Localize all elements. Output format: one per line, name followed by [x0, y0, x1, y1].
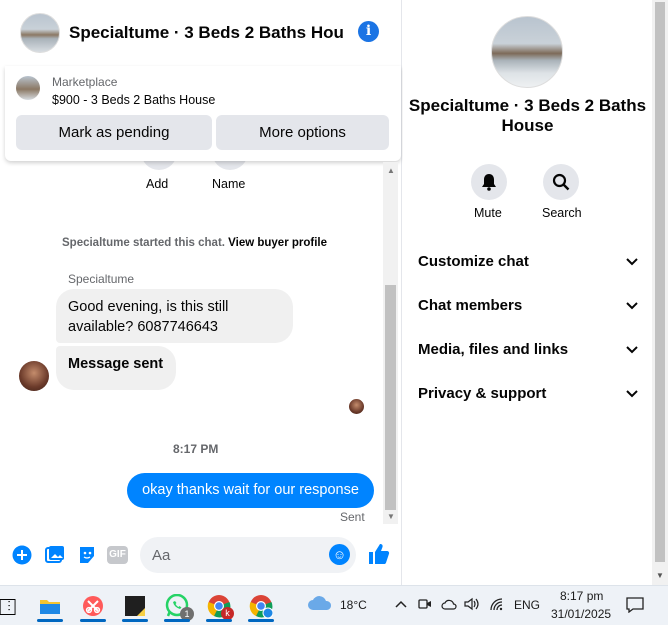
menu-item-label: Privacy & support	[418, 385, 547, 402]
task-view-icon[interactable]: ⫶⃞	[0, 590, 26, 622]
chevron-down-icon	[626, 379, 638, 409]
bell-icon[interactable]	[471, 164, 507, 200]
outgoing-message[interactable]: okay thanks wait for our response	[127, 473, 374, 508]
search-label: Search	[542, 206, 582, 220]
sent-status: Sent	[340, 510, 365, 524]
message-composer: GIF ☺	[0, 533, 402, 578]
sender-name: Specialtume	[68, 272, 135, 286]
menu-item-label: Chat members	[418, 297, 523, 314]
clock-date[interactable]: 31/01/2025	[551, 607, 611, 621]
cloud-icon[interactable]	[307, 595, 333, 614]
info-title: Specialtume · 3 Beds 2 Baths House	[408, 96, 647, 135]
mute-label: Mute	[474, 206, 502, 220]
listing-thumbnail[interactable]	[16, 76, 40, 100]
taskbar: ⫶⃞ 1 k 18°C ENG 8:17 pm 31/01/2025	[0, 585, 668, 625]
chat-info-pane: Specialtume · 3 Beds 2 Baths House Mute …	[403, 0, 652, 585]
wifi-icon[interactable]	[489, 597, 503, 614]
seen-indicator-avatar	[349, 399, 364, 414]
chat-avatar[interactable]	[20, 12, 60, 53]
page-scrollbar[interactable]: ▼	[652, 0, 668, 585]
view-buyer-profile-link[interactable]: View buyer profile	[228, 237, 327, 249]
sticker-icon[interactable]	[77, 545, 97, 565]
message-timestamp: 8:17 PM	[173, 442, 219, 456]
page-scrollbar-thumb[interactable]	[655, 2, 665, 562]
chat-started-text: Specialtume started this chat.	[62, 237, 225, 249]
listing-title[interactable]: $900 - 3 Beds 2 Baths House	[52, 93, 215, 107]
clock-time[interactable]: 8:17 pm	[560, 589, 603, 603]
sticky-notes-icon[interactable]	[118, 590, 152, 622]
incoming-message[interactable]: Message sent	[56, 346, 176, 390]
chat-scrollbar-thumb[interactable]	[385, 285, 396, 510]
file-explorer-icon[interactable]	[33, 590, 67, 622]
more-options-button[interactable]: More options	[216, 115, 389, 150]
search-icon[interactable]	[543, 164, 579, 200]
screen: Specialtume · 3 Beds 2 Baths Hou··· i Ad…	[0, 0, 668, 625]
chrome-icon[interactable]	[244, 590, 278, 622]
mark-as-pending-button[interactable]: Mark as pending	[16, 115, 212, 150]
language-indicator[interactable]: ENG	[514, 598, 540, 612]
snipping-tool-icon[interactable]	[76, 590, 110, 622]
message-input[interactable]	[140, 537, 356, 573]
chat-members-item[interactable]: Chat members	[418, 291, 638, 321]
info-icon[interactable]: i	[358, 21, 379, 42]
media-files-links-item[interactable]: Media, files and links	[418, 335, 638, 365]
whatsapp-icon[interactable]: 1	[160, 590, 194, 622]
thumbs-up-icon[interactable]	[366, 542, 392, 568]
chevron-down-icon	[626, 335, 638, 365]
speaker-icon[interactable]	[464, 597, 480, 614]
notification-badge: 1	[180, 607, 194, 621]
privacy-support-item[interactable]: Privacy & support	[418, 379, 638, 409]
chevron-up-icon[interactable]	[395, 597, 407, 613]
customize-chat-item[interactable]: Customize chat	[418, 247, 638, 277]
gif-icon[interactable]: GIF	[107, 546, 128, 564]
scroll-down-icon[interactable]: ▼	[387, 512, 395, 521]
info-avatar[interactable]	[491, 16, 563, 88]
chat-title[interactable]: Specialtume · 3 Beds 2 Baths Hou···	[69, 23, 344, 43]
incoming-message[interactable]: Good evening, is this still available? 6…	[56, 289, 293, 343]
scroll-down-icon[interactable]: ▼	[656, 571, 664, 580]
scroll-up-icon[interactable]: ▲	[387, 166, 395, 175]
chevron-down-icon	[626, 247, 638, 277]
marketplace-card: Marketplace $900 - 3 Beds 2 Baths House …	[5, 66, 401, 161]
emoji-icon[interactable]: ☺	[329, 544, 350, 565]
notification-icon[interactable]	[626, 597, 644, 616]
profile-badge: k	[221, 607, 234, 620]
weather-temp[interactable]: 18°C	[340, 598, 367, 612]
marketplace-label: Marketplace	[52, 75, 118, 89]
name-label: Name	[212, 177, 246, 191]
meet-now-icon[interactable]	[418, 597, 432, 614]
menu-item-label: Media, files and links	[418, 341, 569, 358]
onedrive-icon[interactable]	[441, 597, 457, 613]
chat-pane: Specialtume · 3 Beds 2 Baths Hou··· i Ad…	[0, 0, 402, 585]
menu-item-label: Customize chat	[418, 253, 529, 270]
chevron-down-icon	[626, 291, 638, 321]
sender-avatar[interactable]	[19, 361, 49, 391]
photo-icon[interactable]	[45, 545, 65, 565]
chat-header: Specialtume · 3 Beds 2 Baths Hou···	[0, 0, 402, 65]
chat-started-notice: Specialtume started this chat. View buye…	[62, 237, 327, 249]
add-label: Add	[146, 177, 169, 191]
chrome-profile-icon[interactable]: k	[202, 590, 236, 622]
plus-circle-icon[interactable]	[12, 545, 32, 565]
